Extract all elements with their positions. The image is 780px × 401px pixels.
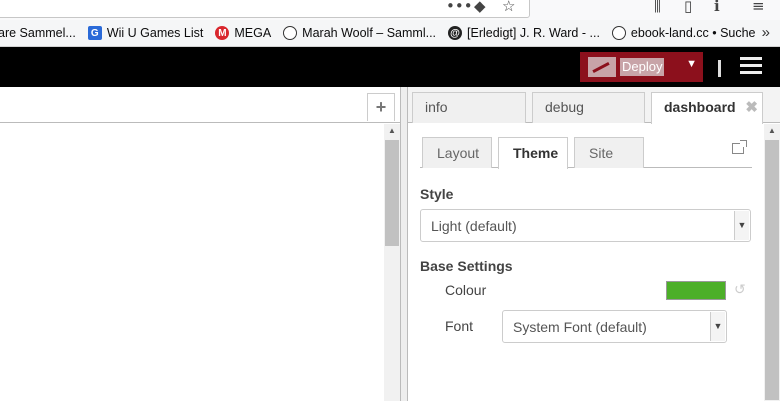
page-actions-icon[interactable]: ••• bbox=[446, 0, 473, 15]
tab-layout[interactable]: Layout bbox=[422, 137, 492, 168]
bookmark-label: ebook-land.cc • Suche bbox=[630, 26, 756, 40]
tab-site[interactable]: Site bbox=[574, 137, 644, 168]
bookmark-item[interactable]: G Wii U Games List bbox=[87, 26, 204, 40]
scroll-up-icon[interactable]: ▲ bbox=[388, 126, 396, 135]
flow-canvas[interactable] bbox=[0, 124, 400, 401]
pocket-icon[interactable]: ◆ bbox=[474, 0, 486, 15]
workspace-scrollbar[interactable]: ▲ bbox=[384, 124, 400, 401]
sidebar-scrollbar[interactable]: ▲ bbox=[764, 124, 780, 401]
browser-toolbar: ••• ◆ ☆ ⫼ ▯ ℹ ≡ bbox=[0, 0, 780, 20]
sidebar: info debug dashboard ✖ Layout Theme Site… bbox=[408, 87, 780, 401]
bookmarks-overflow-icon[interactable]: » bbox=[762, 24, 770, 41]
font-select[interactable]: System Font (default) ▼ bbox=[502, 310, 727, 343]
bookmark-label: MEGA bbox=[234, 26, 272, 40]
tab-label: dashboard bbox=[664, 99, 736, 115]
font-select-value: System Font (default) bbox=[513, 319, 647, 335]
bookmark-item[interactable]: Marah Woolf – Samml... bbox=[283, 26, 436, 40]
bookmarks-bar: are Sammel... G Wii U Games List M MEGA … bbox=[0, 20, 780, 47]
sidebar-tab-bar: info debug dashboard ✖ bbox=[408, 87, 780, 124]
user-separator bbox=[718, 60, 721, 77]
browser-menu-icon[interactable]: ≡ bbox=[752, 0, 765, 15]
tab-info[interactable]: info bbox=[412, 92, 526, 123]
main-menu-button[interactable] bbox=[740, 57, 762, 77]
tab-label: debug bbox=[545, 99, 584, 115]
dashboard-panel: Layout Theme Site Style Light (default) … bbox=[408, 124, 764, 401]
globe-icon bbox=[283, 26, 298, 40]
mega-icon: M bbox=[215, 26, 230, 40]
bookmark-label: Wii U Games List bbox=[106, 26, 204, 40]
style-select-value: Light (default) bbox=[431, 218, 517, 234]
style-select[interactable]: Light (default) ▼ bbox=[420, 209, 751, 242]
globe-icon bbox=[611, 26, 626, 40]
deploy-button[interactable]: Deploy ▼ bbox=[580, 52, 703, 82]
workspace-tab-bar: + bbox=[0, 87, 400, 123]
scrollbar-thumb[interactable] bbox=[385, 140, 399, 246]
chevron-down-icon: ▼ bbox=[710, 312, 725, 341]
tab-label: Layout bbox=[437, 145, 480, 161]
sidebar-toggle-icon[interactable]: ▯ bbox=[684, 0, 692, 15]
bookmark-item[interactable]: are Sammel... bbox=[0, 26, 76, 40]
dashboard-tab-bar: Layout Theme Site bbox=[420, 136, 752, 169]
reset-colour-icon[interactable]: ↺ bbox=[734, 281, 746, 298]
chevron-down-icon: ▼ bbox=[734, 211, 749, 240]
info-icon[interactable]: ℹ bbox=[714, 0, 720, 15]
hamburger-icon bbox=[740, 57, 762, 60]
style-heading: Style bbox=[420, 186, 454, 202]
tab-theme[interactable]: Theme bbox=[498, 137, 568, 169]
app-header: Deploy ▼ bbox=[0, 47, 780, 87]
deploy-options-caret-icon[interactable]: ▼ bbox=[686, 58, 697, 70]
tab-dashboard[interactable]: dashboard ✖ bbox=[651, 92, 763, 124]
colour-label: Colour bbox=[445, 282, 487, 298]
sidebar-splitter[interactable] bbox=[400, 87, 408, 401]
tab-label: Site bbox=[589, 145, 614, 161]
deploy-icon bbox=[588, 57, 616, 77]
library-icon[interactable]: ⫼ bbox=[654, 0, 661, 15]
open-dashboard-icon[interactable] bbox=[732, 140, 747, 154]
colour-picker[interactable] bbox=[666, 281, 726, 300]
bookmark-item[interactable]: M MEGA bbox=[215, 26, 271, 40]
bookmark-item[interactable]: @ [Erledigt] J. R. Ward - ... bbox=[448, 26, 600, 40]
scrollbar-thumb[interactable] bbox=[765, 140, 779, 400]
tab-debug[interactable]: debug bbox=[532, 92, 645, 123]
tab-label: info bbox=[425, 99, 448, 115]
add-flow-tab-button[interactable]: + bbox=[367, 93, 395, 121]
g-logo-icon: G bbox=[87, 26, 102, 40]
scroll-up-icon[interactable]: ▲ bbox=[768, 126, 776, 135]
bookmark-label: [Erledigt] J. R. Ward - ... bbox=[467, 26, 600, 40]
close-icon[interactable]: ✖ bbox=[745, 98, 758, 116]
font-label: Font bbox=[445, 318, 474, 334]
deploy-label: Deploy bbox=[620, 58, 665, 76]
forum-icon: @ bbox=[448, 26, 463, 40]
bookmark-item[interactable]: ebook-land.cc • Suche bbox=[611, 26, 756, 40]
bookmark-label: Marah Woolf – Samml... bbox=[302, 26, 437, 40]
bookmark-star-icon[interactable]: ☆ bbox=[502, 0, 515, 15]
base-settings-heading: Base Settings bbox=[420, 258, 513, 274]
bookmark-label: are Sammel... bbox=[0, 26, 76, 40]
tab-label: Theme bbox=[513, 145, 559, 161]
